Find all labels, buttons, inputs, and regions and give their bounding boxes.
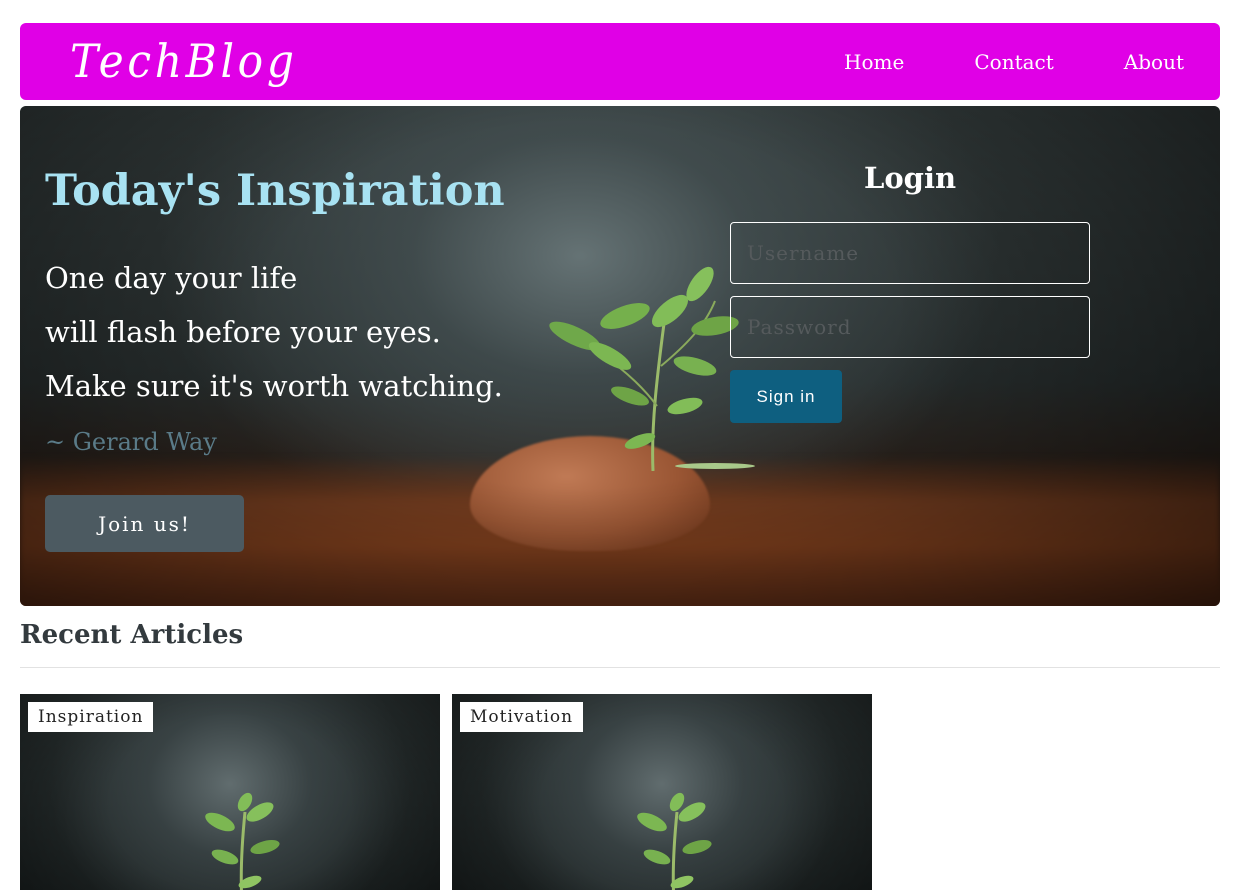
- article-card[interactable]: Motivation: [452, 694, 872, 890]
- username-input[interactable]: [730, 222, 1090, 284]
- navbar: TechBlog Home Contact About: [20, 23, 1220, 100]
- hero-title: Today's Inspiration: [45, 166, 505, 216]
- password-input[interactable]: [730, 296, 1090, 358]
- nav-link-contact[interactable]: Contact: [974, 50, 1053, 74]
- nav-link-about[interactable]: About: [1124, 50, 1184, 74]
- quote-line: will flash before your eyes.: [45, 315, 441, 349]
- quote-author: ~ Gerard Way: [45, 428, 217, 456]
- article-image-sprout: [205, 792, 280, 890]
- quote-line: Make sure it's worth watching.: [45, 369, 503, 403]
- recent-articles-title: Recent Articles: [20, 620, 244, 650]
- article-tag: Motivation: [460, 702, 584, 732]
- nav-links: Home Contact About: [844, 23, 1184, 100]
- nav-link-home[interactable]: Home: [844, 50, 904, 74]
- article-tag: Inspiration: [28, 702, 154, 732]
- article-card[interactable]: Inspiration: [20, 694, 440, 890]
- signin-button[interactable]: Sign in: [730, 370, 842, 423]
- hero-banner: Today's Inspiration One day your life wi…: [20, 106, 1220, 606]
- login-title: Login: [863, 161, 957, 195]
- divider: [20, 667, 1220, 668]
- article-image-sprout: [637, 792, 712, 890]
- quote-line: One day your life: [45, 261, 298, 295]
- join-button[interactable]: Join us!: [45, 495, 244, 552]
- brand-logo[interactable]: TechBlog: [70, 23, 298, 100]
